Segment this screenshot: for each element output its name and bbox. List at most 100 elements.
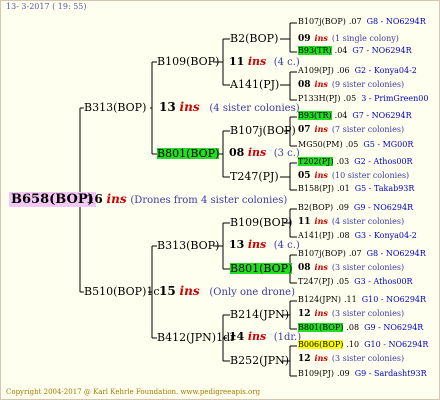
gen2-desc-2: (3 c.) <box>273 148 300 159</box>
gen4-node-label[interactable]: B107j(BOP) <box>298 249 346 258</box>
gen4-node-code: G9 - NO6294R <box>364 323 424 332</box>
gen2-desc-4: (1dr.) <box>273 332 302 343</box>
gen4-ins: ins <box>314 308 328 318</box>
gen2-node-3[interactable]: B313(BOP) <box>157 240 219 251</box>
gen3-node-3[interactable]: B107j(BOP) <box>230 125 296 136</box>
gen4-node: B158(PJ) .01 G5 - Takab93R <box>298 185 414 193</box>
gen4-node-label[interactable]: T202(PJ) <box>298 157 334 166</box>
gen3-node-5[interactable]: B109(BOP) <box>230 217 292 228</box>
gen2-desc-3: (4 c.) <box>273 240 300 251</box>
gen4-node-label[interactable]: P133H(PJ) <box>298 94 340 103</box>
gen4-node-label[interactable]: MG50(PM) <box>298 140 343 149</box>
gen4-node: B109(PJ) .09 G9 - Sardasht93R <box>298 370 427 378</box>
gen4-node-code: G5 - MG00R <box>363 140 414 149</box>
root-drone-info: 16 ins (Drones from 4 sister colonies) <box>86 193 287 206</box>
gen4-node: B93(TR) .04 G7 - NO6294R <box>298 46 412 55</box>
gen4-node: B107j(BOP) .07 G8 - NO6294R <box>298 250 426 258</box>
root-desc: (Drones from 4 sister colonies) <box>130 195 288 206</box>
gen4-node-code: G10 - NO6294R <box>364 340 429 349</box>
gen4-drone-desc: (3 sister colonies) <box>331 263 405 272</box>
gen4-node-code: G7 - NO6294R <box>352 111 412 120</box>
gen3-node-4[interactable]: T247(PJ) <box>230 171 279 182</box>
gen4-node: B006(BOP) .10 G10 - NO6294R <box>298 340 429 349</box>
gen4-node-code: G2 - Athos00R <box>354 157 413 166</box>
gen4-node-year: .09 <box>336 203 349 212</box>
gen4-drone-desc: (10 sister colonies) <box>331 171 410 180</box>
gen4-node-year: .10 <box>346 340 360 349</box>
gen4-node-year: .09 <box>336 369 350 378</box>
gen4-drone-info: 12 ins (3 sister colonies) <box>298 354 404 364</box>
gen4-node-code: G2 - Konya04-2 <box>354 66 417 75</box>
gen4-node: B124(JPN) .11 G10 - NO6294R <box>298 296 426 304</box>
gen4-node-label[interactable]: A141(PJ) <box>298 231 334 240</box>
gen4-node: B801(BOP) .08 G9 - NO6294R <box>298 323 424 332</box>
gen4-drone-desc: (9 sister colonies) <box>331 80 405 89</box>
gen4-drone-count: 07 <box>298 125 311 135</box>
gen4-node-code: G9 - NO6294R <box>353 203 414 212</box>
gen4-node-code: G9 - Sardasht93R <box>354 369 427 378</box>
footer-copyright: Copyright 2004-2017 @ Karl Kehrle Founda… <box>6 388 261 396</box>
gen2-ins-4: ins <box>247 330 267 343</box>
gen3-node-2[interactable]: A141(PJ) <box>230 79 279 90</box>
gen4-ins: ins <box>314 170 328 180</box>
gen4-node-year: .03 <box>336 157 350 166</box>
gen4-node-code: G7 - NO6294R <box>352 46 412 55</box>
gen2-node-1[interactable]: B109(BOP) <box>157 56 219 67</box>
gen4-drone-info: 08 ins (3 sister colonies) <box>298 263 404 273</box>
gen2-count-4: 14 <box>229 330 245 343</box>
gen2-info-2: 08 ins (3 c.) <box>229 147 300 159</box>
gen1-ins-1: ins <box>179 100 200 114</box>
gen3-info-1: 11 ins (4 c.) <box>229 56 300 68</box>
gen4-ins: ins <box>314 353 328 363</box>
gen2-info-3: 13 ins (4 c.) <box>229 239 300 251</box>
gen3-desc-1: (4 c.) <box>273 57 300 68</box>
gen2-node-2[interactable]: B801(BOP) <box>157 148 220 159</box>
gen1-node-1[interactable]: B313(BOP) <box>84 102 146 113</box>
gen4-node-label[interactable]: B801(BOP) <box>298 323 344 332</box>
gen4-node: A141(PJ) .08 G3 - Konya04-2 <box>298 232 417 240</box>
gen4-node-label[interactable]: B93(TR) <box>298 111 332 120</box>
gen4-node-code: G5 - Takab93R <box>354 184 415 193</box>
gen3-node-7[interactable]: B214(JPN) <box>230 309 289 320</box>
gen4-drone-desc: (7 sister colonies) <box>331 125 405 134</box>
gen3-node-1[interactable]: B2(BOP) <box>230 33 278 44</box>
gen4-node-label[interactable]: B124(JPN) <box>298 295 341 304</box>
gen4-node-code: G8 - NO6294R <box>366 249 426 258</box>
gen4-drone-count: 09 <box>298 34 311 44</box>
gen4-node-label[interactable]: B006(BOP) <box>298 340 344 349</box>
gen3-node-8[interactable]: B252(JPN) <box>230 355 289 366</box>
gen4-node-year: .05 <box>343 94 357 103</box>
gen4-ins: ins <box>314 33 328 43</box>
gen4-drone-info: 08 ins (9 sister colonies) <box>298 80 404 90</box>
gen4-node-label[interactable]: B107j(BOP) <box>298 17 346 26</box>
gen4-node-label[interactable]: B158(PJ) <box>298 184 334 193</box>
gen1-count-2: 15 <box>159 284 176 298</box>
gen2-node-4[interactable]: B412(JPN)1dr <box>157 332 235 343</box>
gen4-node-year: .01 <box>336 184 350 193</box>
gen4-drone-info: 12 ins (3 sister colonies) <box>298 309 404 319</box>
gen4-node-year: .08 <box>346 323 360 332</box>
gen4-drone-desc: (3 sister colonies) <box>331 354 405 363</box>
gen4-node-label[interactable]: B93(TR) <box>298 46 332 55</box>
root-ins: ins <box>106 192 127 206</box>
gen4-node: P133H(PJ) .05 3 - PrimGreen00 <box>298 95 428 103</box>
gen4-node: B2(BOP) .09 G9 - NO6294R <box>298 204 413 212</box>
gen4-node-year: .08 <box>336 231 350 240</box>
gen2-count-3: 13 <box>229 238 245 251</box>
gen4-node-label[interactable]: B2(BOP) <box>298 203 333 212</box>
gen3-node-6[interactable]: B801(BOP) <box>230 263 293 274</box>
gen1-info-1: 13 ins (4 sister colonies) <box>159 101 300 114</box>
gen4-drone-info: 07 ins (7 sister colonies) <box>298 125 404 135</box>
gen4-node-code: 3 - PrimGreen00 <box>361 94 429 103</box>
gen1-node-2[interactable]: B510(BOP)1c <box>84 286 160 297</box>
gen4-node-label[interactable]: B109(PJ) <box>298 369 334 378</box>
gen1-info-2: 15 ins (Only one drone) <box>159 285 295 298</box>
gen2-info-4: 14 ins (1dr.) <box>229 331 301 343</box>
gen4-node-label[interactable]: A109(PJ) <box>298 66 334 75</box>
gen4-node-label[interactable]: T247(PJ) <box>298 277 333 286</box>
root-queen[interactable]: B658(BOP) <box>9 192 96 207</box>
gen4-node-year: .07 <box>348 249 362 258</box>
gen4-node: T247(PJ) .05 G3 - Athos00R <box>298 278 413 286</box>
gen4-node: T202(PJ) .03 G2 - Athos00R <box>298 157 413 166</box>
gen4-drone-count: 08 <box>298 263 311 273</box>
